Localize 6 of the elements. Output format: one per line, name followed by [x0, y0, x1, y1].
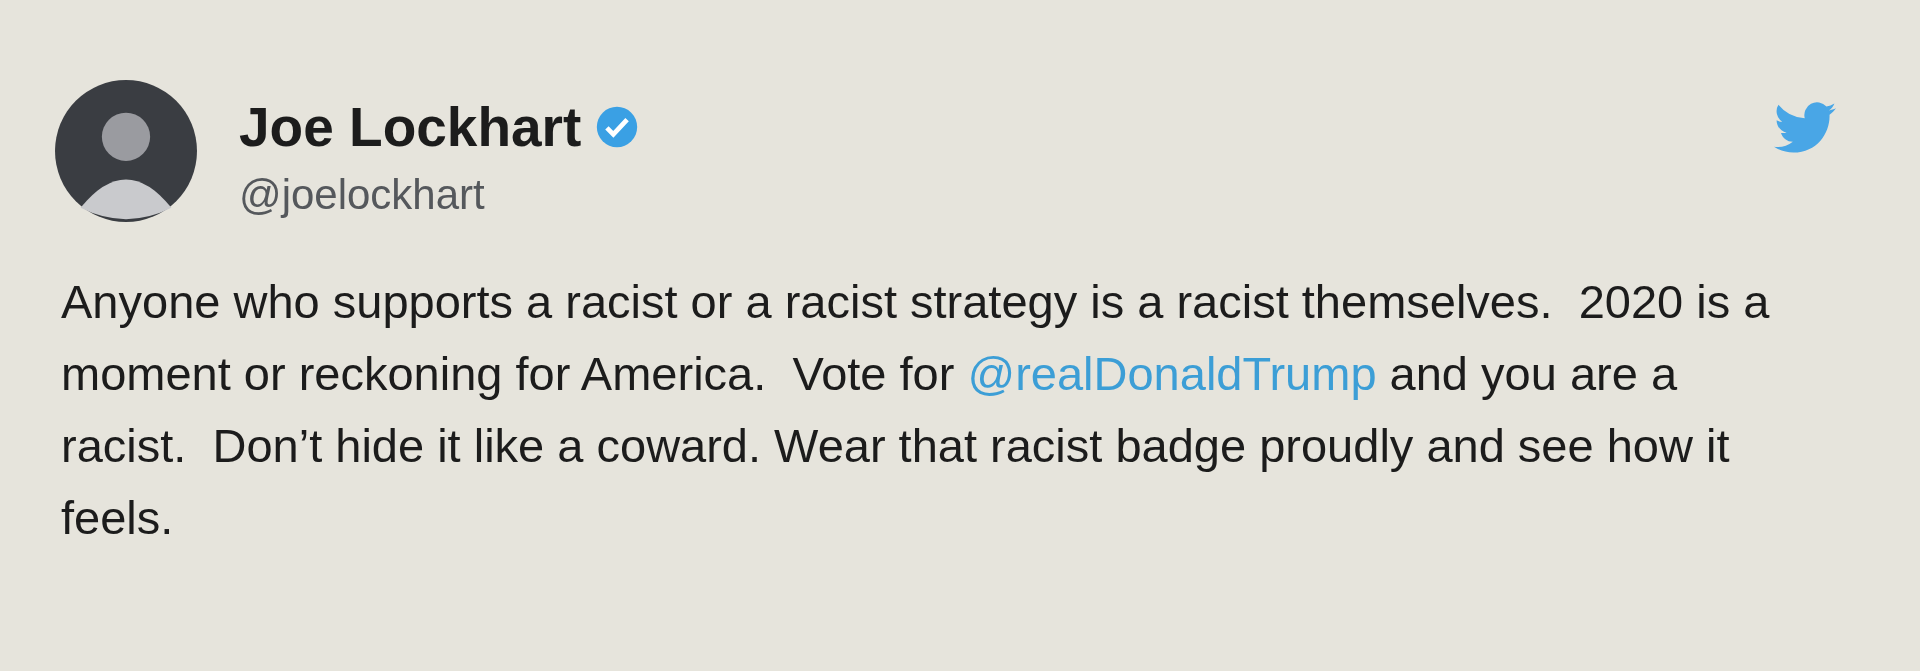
bird-icon — [1774, 102, 1836, 154]
tweet-text: Anyone who supports a racist or a racist strategy is a racist themselves. 2020 is a moment or reckoning for America. Vote for @realDonaldTrump and you are a racist. Don’t hide it like a coward. Wear that racist badge proudly and see how it feels. — [61, 274, 1771, 546]
mention-link[interactable]: @realDonaldTrump — [967, 347, 1377, 400]
avatar-icon — [55, 80, 197, 222]
user-handle: @joelockhart — [239, 170, 486, 220]
display-name: Joe Lockhart — [239, 95, 582, 160]
